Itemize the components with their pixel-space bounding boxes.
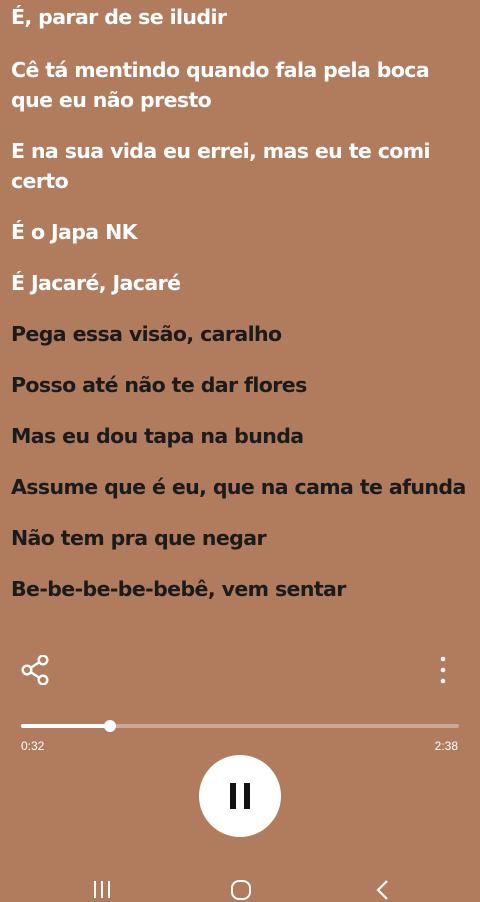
lyric-line[interactable]: Be-be-be-be-bebê, vem sentar bbox=[11, 574, 471, 604]
lyric-line[interactable]: Não tem pra que negar bbox=[11, 523, 471, 553]
total-duration: 2:38 bbox=[434, 739, 458, 753]
lyric-line[interactable]: Mas eu dou tapa na bunda bbox=[11, 421, 471, 451]
lyric-line[interactable]: Pega essa visão, caralho bbox=[11, 319, 471, 349]
lyric-line[interactable]: Assume que é eu, que na cama te afunda bbox=[11, 472, 471, 502]
progress-slider[interactable] bbox=[21, 720, 459, 732]
system-navigation-bar bbox=[0, 862, 480, 902]
home-icon[interactable] bbox=[230, 879, 252, 901]
recents-icon[interactable] bbox=[92, 879, 112, 899]
lyric-line[interactable]: É, parar de se iludir bbox=[11, 2, 471, 32]
lyric-line-partial bbox=[11, 628, 471, 640]
pause-button[interactable] bbox=[199, 755, 281, 837]
lyric-line[interactable]: É Jacaré, Jacaré bbox=[11, 268, 471, 298]
lyrics-panel[interactable]: É, parar de se iludir Cê tá mentindo qua… bbox=[11, 0, 473, 640]
lyric-line[interactable]: E na sua vida eu errei, mas eu te comi c… bbox=[11, 136, 471, 196]
progress-fill bbox=[21, 724, 110, 728]
more-vertical-icon[interactable] bbox=[433, 655, 453, 685]
partial-lyric-glyphs bbox=[11, 636, 391, 640]
elapsed-time: 0:32 bbox=[21, 739, 45, 753]
lyric-line[interactable]: Cê tá mentindo quando fala pela boca que… bbox=[11, 55, 471, 115]
back-icon[interactable] bbox=[374, 879, 392, 901]
share-icon[interactable] bbox=[21, 654, 51, 686]
progress-thumb[interactable] bbox=[103, 720, 116, 732]
lyric-line[interactable]: É o Japa NK bbox=[11, 217, 471, 247]
lyric-line[interactable]: Posso até não te dar flores bbox=[11, 370, 471, 400]
